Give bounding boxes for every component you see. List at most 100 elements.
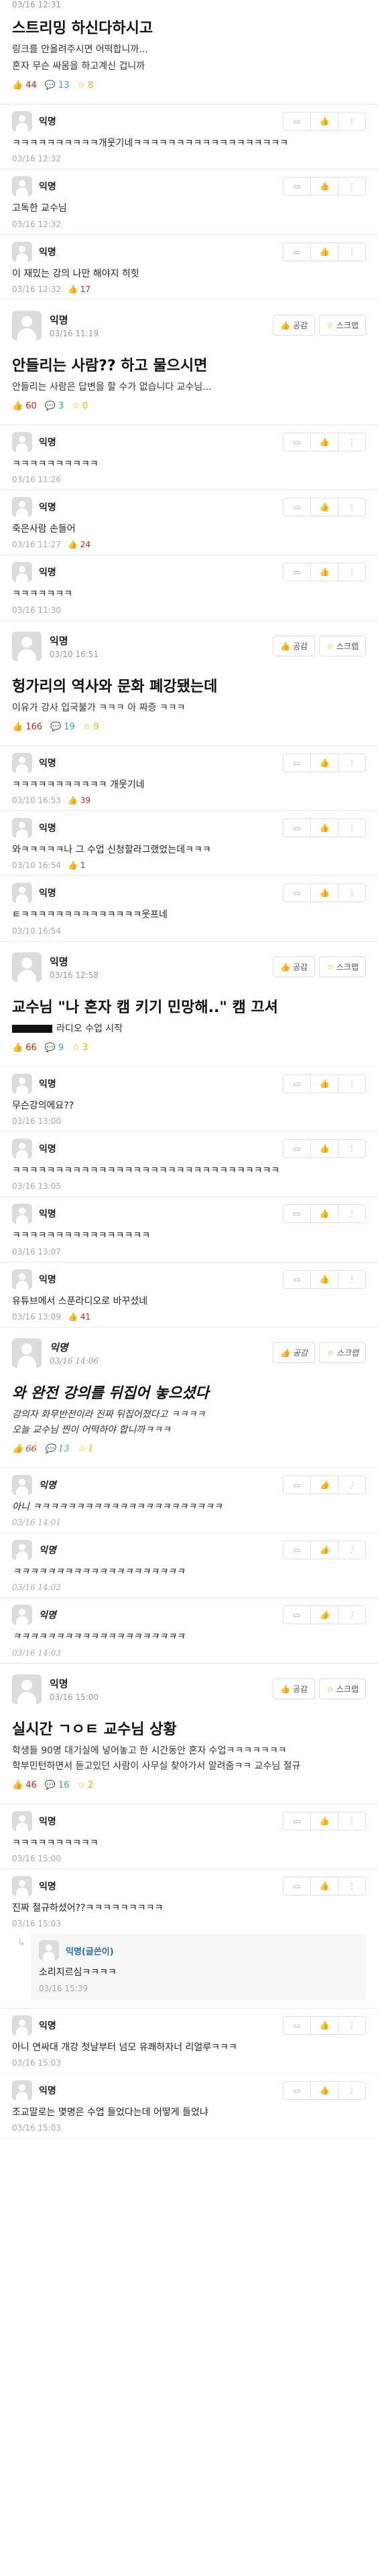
comment-actions: ▭ 👍 ⋮ [283, 112, 366, 131]
reply-icon[interactable]: ▭ [284, 819, 311, 837]
post-title[interactable]: 교수님 "나 혼자 캠 키기 민망해.." 캠 끄셔 [12, 995, 366, 1017]
like-icon[interactable]: 👍 [311, 563, 338, 581]
more-icon[interactable]: ⋮ [338, 1075, 365, 1092]
post-title[interactable]: 헝가리의 역사와 문화 폐강됐는데 [12, 674, 366, 696]
like-icon[interactable]: 👍 [311, 1205, 338, 1223]
reply-icon[interactable]: ▭ [284, 113, 311, 130]
comment-time: 03/16 15:03 [12, 2058, 61, 2068]
like-icon[interactable]: 👍 [311, 1476, 338, 1494]
scrap-button[interactable]: ☆ 스크랩 [319, 636, 366, 657]
scrap-button[interactable]: ☆ 스크랩 [319, 956, 366, 978]
comment-actions: ▭ 👍 ⋮ [283, 1811, 366, 1831]
scrap-button[interactable]: ☆ 스크랩 [319, 1678, 366, 1700]
comment: 익명 ▭ 👍 ⋮ 조교말로는 몇명은 수업 들었다는데 어떻게 들었냐 03/16 … [0, 2073, 378, 2139]
more-icon[interactable]: ⋮ [338, 1476, 365, 1494]
like-icon[interactable]: 👍 [311, 1270, 338, 1288]
more-icon[interactable]: ⋮ [338, 1606, 365, 1624]
like-icon[interactable]: 👍 [311, 754, 338, 772]
like-button[interactable]: 👍 공감 [273, 636, 316, 657]
reply-icon[interactable]: ▭ [284, 1476, 311, 1494]
like-button[interactable]: 👍 공감 [273, 1678, 316, 1700]
comment-author: 익명 [39, 2085, 56, 2096]
like-icon[interactable]: 👍 [311, 2081, 338, 2099]
reply-icon[interactable]: ▭ [284, 177, 311, 196]
like-icon[interactable]: 👍 [311, 177, 338, 196]
avatar [12, 818, 32, 839]
more-icon[interactable]: ⋮ [338, 754, 365, 772]
more-icon[interactable]: ⋮ [338, 2017, 365, 2034]
comment-text: ㅋㅋㅋㅋㅋㅋㅋㅋㅋㅋ [12, 1837, 99, 1849]
reply-icon[interactable]: ▭ [284, 1270, 311, 1288]
like-icon[interactable]: 👍 [311, 884, 338, 902]
reply-icon[interactable]: ▭ [284, 433, 311, 451]
more-icon[interactable]: ⋮ [338, 433, 365, 451]
scrap-button[interactable]: ☆ 스크랩 [319, 315, 366, 336]
avatar [12, 1876, 32, 1897]
comment-time: 03/16 15:03 [12, 1919, 61, 1929]
reply-icon[interactable]: ▭ [284, 498, 311, 516]
reply-icon[interactable]: ▭ [284, 754, 311, 772]
reply-icon[interactable]: ▭ [284, 1541, 311, 1559]
comment-text: ㅋㅋㅋㅋㅋㅋㅋㅋㅋㅋㅋㅋㅋㅋㅋㅋ [12, 1230, 151, 1242]
like-icon[interactable]: 👍 [311, 113, 338, 130]
like-icon[interactable]: 👍 [311, 819, 338, 837]
comment-likes: 👍 41 [67, 1311, 91, 1321]
reply-icon[interactable]: ▭ [284, 1139, 311, 1157]
reply-icon[interactable]: ▭ [284, 2081, 311, 2099]
star-icon: ☆ [77, 1780, 86, 1790]
reply-icon[interactable]: ▭ [284, 1074, 311, 1092]
post-title[interactable]: 안들리는 사람?? 하고 물으시면 [12, 354, 366, 375]
comment-actions: ▭ 👍 ⋮ [283, 498, 366, 517]
reply-author: 익명(글쓴이) [66, 1946, 114, 1957]
more-icon[interactable]: ⋮ [338, 2082, 365, 2099]
like-icon[interactable]: 👍 [311, 1139, 338, 1157]
comment-text: ㅋㅋㅋㅋㅋㅋㅋㅋㅋㅋㅋㅋㅋㅋㅋㅋㅋㅋㅋㅋ [12, 1632, 185, 1643]
scrap-button[interactable]: ☆ 스크랩 [319, 1342, 366, 1364]
more-icon[interactable]: ⋮ [338, 1271, 365, 1288]
star-icon: ☆ [72, 1042, 80, 1053]
like-button[interactable]: 👍 공감 [273, 956, 316, 978]
more-icon[interactable]: ⋮ [338, 1877, 365, 1895]
more-icon[interactable]: ⋮ [338, 1812, 365, 1830]
more-icon[interactable]: ⋮ [338, 563, 365, 581]
like-icon[interactable]: 👍 [311, 1812, 338, 1830]
reply-icon[interactable]: ▭ [284, 884, 311, 902]
more-icon[interactable]: ⋮ [338, 177, 365, 195]
post-body-2: 혼자 무슨 싸움을 하고계신 겁니까 [12, 61, 145, 72]
like-icon[interactable]: 👍 [311, 433, 338, 451]
reply-icon[interactable]: ▭ [284, 1877, 311, 1895]
comment-likes: 👍 39 [67, 796, 91, 806]
more-icon[interactable]: ⋮ [338, 498, 365, 516]
like-icon[interactable]: 👍 [311, 242, 338, 261]
reply-icon[interactable]: ▭ [284, 563, 311, 581]
like-icon[interactable]: 👍 [311, 1074, 338, 1092]
comment: 익명 ▭ 👍 ⋮ ㅌㅋㅋㅋㅋㅋㅋㅋㅋㅋㅋㅋㅋㅋㅋ웃프네 03/10 16:54 [0, 876, 378, 942]
more-icon[interactable]: ⋮ [338, 1541, 365, 1559]
post-title[interactable]: 스트리밍 하신다하시고 [12, 16, 366, 38]
comment: 익명 ▭ 👍 ⋮ ㅋㅋㅋㅋㅋㅋㅋㅋㅋㅋ 03/16 11:26 [0, 425, 378, 491]
reply-text: 소리지르심ㅋㅋㅋㅋ [39, 1967, 117, 1979]
more-icon[interactable]: ⋮ [338, 243, 365, 261]
more-icon[interactable]: ⋮ [338, 1140, 365, 1157]
like-icon[interactable]: 👍 [311, 2016, 338, 2034]
post-title[interactable]: 실시간 ㄱㅇㅌ 교수님 상황 [12, 1717, 366, 1739]
reply-icon[interactable]: ▭ [284, 1812, 311, 1830]
more-icon[interactable]: ⋮ [338, 113, 365, 130]
comment: 익명 ▭ 👍 ⋮ 이 재밌는 강의 나만 해야지 히힛 03/16 12:32 👍 1… [0, 234, 378, 300]
like-icon[interactable]: 👍 [311, 1606, 338, 1624]
like-button[interactable]: 👍 공감 [273, 315, 316, 336]
reply-icon[interactable]: ▭ [284, 242, 311, 261]
more-icon[interactable]: ⋮ [338, 884, 365, 902]
reply-icon[interactable]: ▭ [284, 1606, 311, 1624]
more-icon[interactable]: ⋮ [338, 819, 365, 837]
like-icon[interactable]: 👍 [311, 1541, 338, 1559]
comment: 익명 ▭ 👍 ⋮ 아니 ㅋㅋㅋㅋㅋㅋㅋㅋㅋㅋㅋㅋㅋㅋㅋㅋㅋㅋㅋㅋㅋㅋ 03/16 1… [0, 1468, 378, 1534]
reply-icon[interactable]: ▭ [284, 1205, 311, 1223]
like-icon[interactable]: 👍 [311, 1877, 338, 1895]
like-icon[interactable]: 👍 [311, 498, 338, 516]
comment-text: 죽은사람 손들어 [12, 524, 76, 535]
reply-icon[interactable]: ▭ [284, 2016, 311, 2034]
more-icon[interactable]: ⋮ [338, 1205, 365, 1222]
like-button[interactable]: 👍 공감 [273, 1342, 316, 1364]
post-title[interactable]: 와 완전 강의를 뒤집어 놓으셨다 [12, 1381, 366, 1403]
